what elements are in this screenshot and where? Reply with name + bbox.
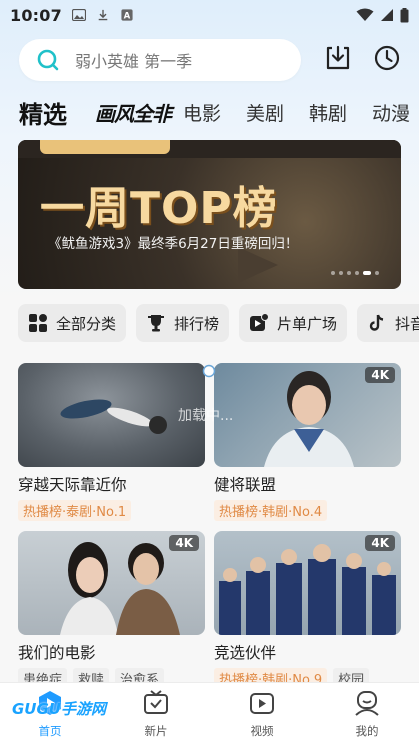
chip-playlist-square[interactable]: 片单广场 (239, 304, 347, 342)
4k-badge: 4K (169, 535, 199, 551)
playlist-icon (250, 313, 269, 331)
search-placeholder: 弱小英雄 第一季 (75, 52, 193, 71)
nav-label: 我的 (355, 724, 379, 738)
video-tags: 热播榜·韩剧·No.4 (214, 500, 401, 521)
banner-dot-active (363, 271, 371, 275)
clock-icon (374, 45, 400, 71)
category-icon (29, 314, 47, 332)
tab-movies[interactable]: 电影 (183, 99, 221, 126)
video-tags: 热播榜·泰剧·No.1 (18, 500, 205, 521)
tab-k-drama[interactable]: 韩剧 (309, 99, 347, 126)
svg-text:A: A (124, 11, 131, 21)
chip-label: 全部分类 (56, 314, 117, 333)
nav-new-releases[interactable]: 新片 (126, 689, 186, 739)
nav-profile[interactable]: 我的 (337, 689, 397, 739)
search-bar[interactable]: 弱小英雄 第一季 (19, 39, 301, 81)
video-card[interactable]: 4K 健将联盟 热播榜·韩剧·No.4 (214, 363, 401, 521)
chip-all-categories[interactable]: 全部分类 (18, 304, 126, 342)
banner-dot (339, 271, 343, 275)
4k-badge: 4K (365, 535, 395, 551)
trophy-icon (148, 315, 164, 332)
nav-label: 视频 (250, 724, 274, 738)
profile-icon (355, 691, 379, 716)
tab-huafengquanfei-logo[interactable]: 画风全非 (95, 98, 172, 127)
text-notification-icon: A (121, 9, 133, 21)
download-notification-icon (98, 9, 108, 21)
status-bar: 10:07 A (0, 0, 419, 30)
loading-overlay-text: 加载中... (178, 408, 234, 424)
loading-spinner-icon (202, 364, 216, 378)
video-card[interactable]: 穿越天际靠近你 热播榜·泰剧·No.1 (18, 363, 205, 521)
banner-dot (347, 271, 351, 275)
video-thumbnail: 4K (18, 531, 205, 635)
banner-dot (331, 271, 335, 275)
video-title: 我们的电影 (18, 644, 96, 662)
search-icon (37, 49, 59, 71)
wifi-icon (356, 8, 374, 21)
banner-title: 一周TOP榜 (40, 183, 278, 234)
download-icon (326, 45, 350, 70)
image-notification-icon (71, 9, 86, 21)
video-thumbnail: 4K (214, 531, 401, 635)
chip-tiktok[interactable]: 抖音 (357, 304, 419, 342)
video-tag: 热播榜·韩剧·No.4 (214, 500, 328, 521)
banner-subtitle: 《鱿鱼游戏3》最终季6月27日重磅回归！ (48, 236, 299, 252)
banner-dot (375, 271, 379, 275)
tiktok-icon (369, 314, 384, 331)
4k-badge: 4K (365, 367, 395, 383)
banner-dot (355, 271, 359, 275)
site-watermark: GUGU手游网 (12, 700, 106, 718)
download-button[interactable] (323, 43, 353, 73)
chip-label: 片单广场 (277, 314, 338, 333)
video-camera-icon (250, 693, 274, 714)
video-card[interactable]: 4K 我们的电影 患绝症 救赎 治愈系 (18, 531, 205, 689)
thumbnail-figures (60, 399, 167, 434)
video-title: 竞选伙伴 (214, 644, 277, 662)
video-tag: 热播榜·泰剧·No.1 (18, 500, 132, 521)
battery-icon (400, 7, 409, 22)
tab-anime[interactable]: 动漫 (372, 99, 410, 126)
nav-label: 首页 (38, 724, 62, 738)
video-thumbnail: 4K (214, 363, 401, 467)
status-time: 10:07 (10, 5, 62, 25)
tab-featured[interactable]: 精选 (19, 95, 67, 130)
chip-label: 排行榜 (174, 314, 220, 333)
thumbnail-figures (219, 544, 396, 635)
nav-label: 新片 (144, 724, 168, 738)
video-thumbnail (18, 363, 205, 467)
video-title: 健将联盟 (214, 476, 277, 494)
signal-icon (381, 9, 393, 21)
tv-icon (144, 690, 168, 714)
tab-us-drama[interactable]: 美剧 (246, 99, 284, 126)
video-card[interactable]: 4K 竞选伙伴 热播榜·韩剧·No.9 校园 (214, 531, 401, 689)
chip-rankings[interactable]: 排行榜 (136, 304, 229, 342)
top-banner[interactable]: 一周TOP榜 《鱿鱼游戏3》最终季6月27日重磅回归！ (18, 140, 401, 289)
chip-label: 抖音 (395, 314, 419, 333)
thumbnail-figure (264, 371, 354, 467)
nav-video[interactable]: 视频 (232, 689, 292, 739)
banner-top-tag (40, 140, 170, 154)
history-button[interactable] (372, 43, 402, 73)
banner-pagination (331, 271, 379, 275)
category-tabs: 精选 画风全非 电影 美剧 韩剧 动漫 (0, 90, 419, 130)
video-title: 穿越天际靠近你 (18, 476, 127, 494)
